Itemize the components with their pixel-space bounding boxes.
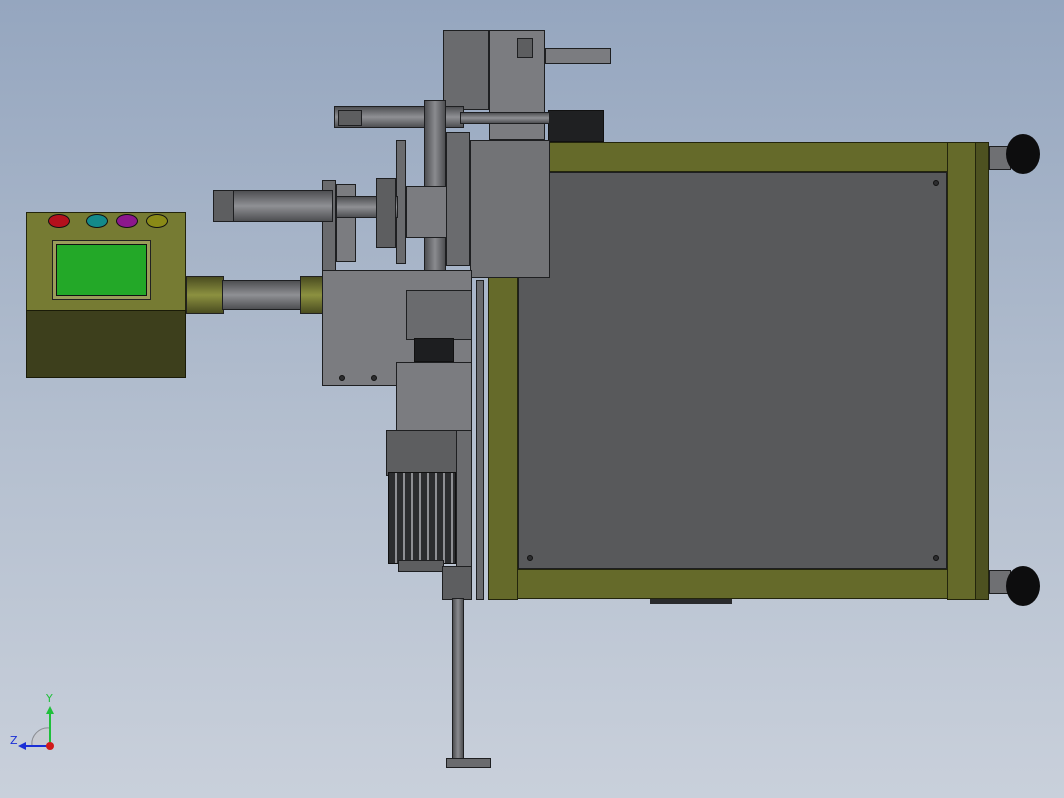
axis-triad: Y Z <box>10 692 70 758</box>
thin-guide-rod <box>476 280 484 600</box>
motor-end-cap <box>398 560 444 572</box>
servo-motor <box>388 472 456 564</box>
panel-bolt <box>527 555 533 561</box>
top-carriage-block <box>443 30 489 110</box>
lower-rod-clamp <box>442 566 472 600</box>
support-arm-collar-left <box>186 276 224 314</box>
top-carriage-slot <box>517 38 533 58</box>
axis-z-label: Z <box>10 734 18 747</box>
top-cylinder-end <box>338 110 362 126</box>
hmi-screen <box>56 244 147 296</box>
column-collar <box>414 338 454 362</box>
left-cylinder-clamp <box>376 178 396 248</box>
top-cylinder-rod <box>460 112 550 124</box>
panel-bolt <box>933 555 939 561</box>
caster-top-wheel <box>1006 134 1040 174</box>
motor-top <box>548 110 604 142</box>
purple-button[interactable] <box>116 214 138 228</box>
bottom-foot-plate <box>650 599 732 604</box>
support-arm-tube <box>222 280 302 310</box>
cover-box <box>470 140 550 278</box>
motor-flange <box>386 430 458 476</box>
main-panel <box>518 172 947 569</box>
gear-reducer <box>396 362 472 434</box>
plate-bolt <box>339 375 345 381</box>
control-box-bottom <box>26 310 186 378</box>
frame-top-rail <box>545 142 950 172</box>
top-arm <box>545 48 611 64</box>
lower-vertical-rod <box>452 598 464 760</box>
guide-bracket <box>446 132 470 266</box>
left-cylinder-cap <box>213 190 235 222</box>
plate-bolt <box>371 375 377 381</box>
right-guide-post <box>456 430 472 570</box>
panel-bolt <box>933 180 939 186</box>
axis-y-label: Y <box>46 692 53 705</box>
caster-bottom-wheel <box>1006 566 1040 606</box>
olive-button[interactable] <box>146 214 168 228</box>
frame-left-rail <box>488 272 518 600</box>
frame-right-post <box>947 142 977 600</box>
left-cylinder <box>233 190 333 222</box>
frame-bottom-rail <box>515 569 950 599</box>
frame-right-post-highlight <box>975 142 989 600</box>
teal-button[interactable] <box>86 214 108 228</box>
axis-triad-graphic <box>18 706 54 750</box>
column-sleeve <box>406 290 472 340</box>
rod-foot <box>446 758 491 768</box>
red-button[interactable] <box>48 214 70 228</box>
